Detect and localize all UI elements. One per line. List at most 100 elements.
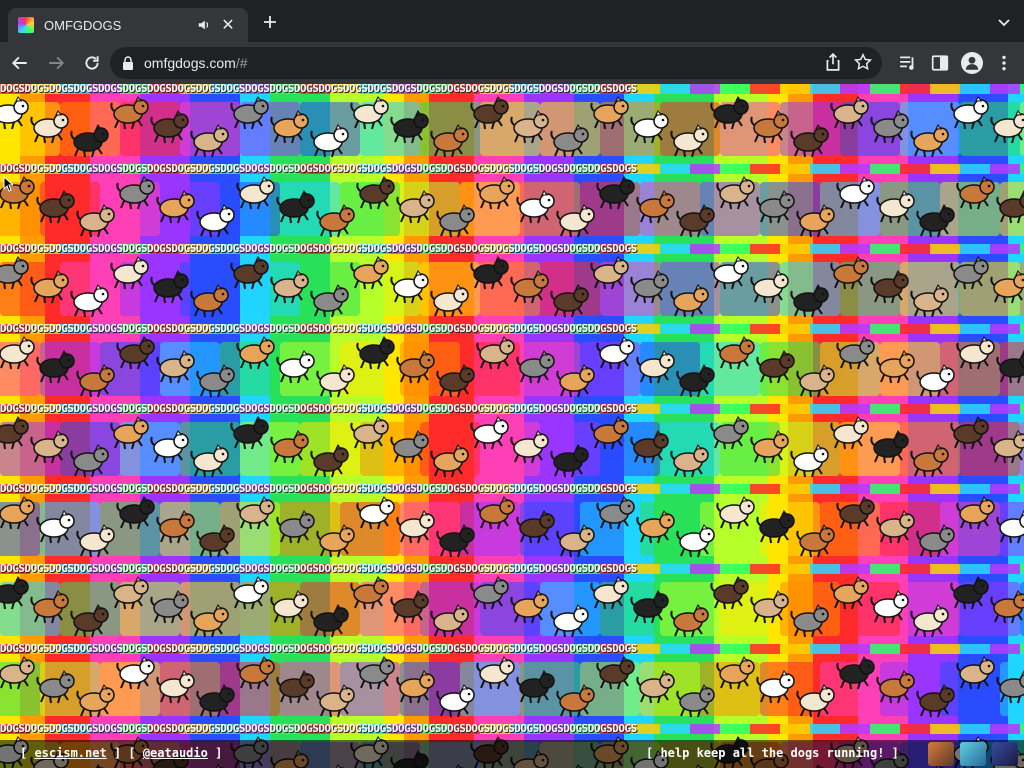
running-dog-icon bbox=[0, 576, 29, 610]
running-dog-icon bbox=[190, 284, 229, 318]
running-dog-icon bbox=[910, 604, 949, 638]
donate-link[interactable]: [ help keep all the dogs running! ] bbox=[646, 746, 899, 760]
running-dog-icon bbox=[910, 444, 949, 478]
running-dog-icon bbox=[236, 176, 275, 210]
running-dog-icon bbox=[830, 96, 869, 130]
running-dog-icon bbox=[230, 576, 269, 610]
running-dog-icon bbox=[876, 190, 915, 224]
side-panel-icon[interactable] bbox=[928, 51, 952, 75]
donate-thumbnail[interactable] bbox=[992, 742, 1018, 766]
running-dog-icon bbox=[790, 284, 829, 318]
running-dog-icon bbox=[596, 656, 635, 690]
running-dog-icon bbox=[876, 670, 915, 704]
running-dog-icon bbox=[796, 684, 835, 718]
dog-band: DOGSDOGSDOGSDOGSDOGSDOGSDOGSDOGSDOGSDOGS… bbox=[0, 323, 1024, 404]
running-dog-icon bbox=[990, 590, 1024, 624]
running-dog-icon bbox=[750, 110, 789, 144]
running-dog-icon bbox=[236, 336, 275, 370]
running-dog-icon bbox=[470, 416, 509, 450]
running-dog-icon bbox=[590, 416, 629, 450]
running-dog-icon bbox=[430, 444, 469, 478]
running-dog-icon bbox=[876, 510, 915, 544]
share-icon[interactable] bbox=[824, 53, 842, 71]
running-dog-icon bbox=[316, 684, 355, 718]
running-dog-icon bbox=[30, 430, 69, 464]
profile-button[interactable] bbox=[960, 51, 984, 75]
back-button[interactable] bbox=[4, 47, 36, 79]
dog-band: DOGSDOGSDOGSDOGSDOGSDOGSDOGSDOGSDOGSDOGS… bbox=[0, 482, 1024, 564]
speaker-icon[interactable] bbox=[194, 15, 214, 35]
running-dog-icon bbox=[836, 176, 875, 210]
running-dog-icon bbox=[516, 670, 555, 704]
running-dog-icon bbox=[430, 604, 469, 638]
new-tab-button[interactable] bbox=[258, 12, 282, 36]
running-dog-icon bbox=[910, 124, 949, 158]
running-dog-icon bbox=[0, 96, 29, 130]
running-dog-icon bbox=[996, 670, 1024, 704]
menu-icon[interactable] bbox=[992, 51, 1016, 75]
running-dog-icon bbox=[30, 270, 69, 304]
running-dog-icon bbox=[996, 350, 1024, 384]
running-dog-icon bbox=[790, 444, 829, 478]
running-dog-icon bbox=[436, 684, 475, 718]
running-dog-icon bbox=[116, 336, 155, 370]
running-dog-icon bbox=[470, 576, 509, 610]
browser-tab[interactable]: OMFGDOGS ✕ bbox=[8, 8, 248, 42]
running-dog-icon bbox=[670, 284, 709, 318]
running-dog-icon bbox=[556, 204, 595, 238]
running-dog-icon bbox=[630, 430, 669, 464]
running-dog-icon bbox=[950, 96, 989, 130]
running-dog-icon bbox=[596, 496, 635, 530]
running-dog-icon bbox=[870, 590, 909, 624]
running-dog-icon bbox=[950, 576, 989, 610]
tab-search-icon[interactable] bbox=[996, 14, 1012, 30]
running-dog-icon bbox=[230, 416, 269, 450]
running-dog-icon bbox=[716, 336, 755, 370]
eataudio-link[interactable]: @eataudio bbox=[143, 746, 208, 760]
close-icon[interactable]: ✕ bbox=[218, 15, 238, 35]
running-dog-icon bbox=[190, 124, 229, 158]
running-dog-icon bbox=[476, 656, 515, 690]
running-dog-icon bbox=[310, 444, 349, 478]
media-icon[interactable] bbox=[896, 51, 920, 75]
running-dog-icon bbox=[516, 510, 555, 544]
running-dog-icon bbox=[70, 604, 109, 638]
address-bar[interactable]: omfgdogs.com/# bbox=[110, 47, 882, 79]
dog-band: DOGSDOGSDOGSDOGSDOGSDOGSDOGSDOGSDOGSDOGS… bbox=[0, 562, 1024, 644]
running-dog-icon bbox=[556, 684, 595, 718]
running-dog-icon bbox=[150, 430, 189, 464]
running-dog-icon bbox=[316, 204, 355, 238]
running-dog-icon bbox=[110, 256, 149, 290]
dog-band: DOGSDOGSDOGSDOGSDOGSDOGSDOGSDOGSDOGSDOGS… bbox=[0, 84, 1024, 164]
running-dog-icon bbox=[436, 524, 475, 558]
reload-button[interactable] bbox=[76, 47, 108, 79]
running-dog-icon bbox=[116, 656, 155, 690]
running-dog-icon bbox=[36, 510, 75, 544]
star-icon[interactable] bbox=[854, 53, 872, 71]
footer-links: [ escism.net ] [ @eataudio ] bbox=[20, 746, 223, 760]
running-dog-icon bbox=[796, 524, 835, 558]
lock-icon[interactable] bbox=[122, 56, 134, 70]
running-dog-icon bbox=[636, 190, 675, 224]
donate-thumbnail[interactable] bbox=[928, 742, 954, 766]
running-dog-icon bbox=[790, 124, 829, 158]
running-dog-icon bbox=[156, 510, 195, 544]
dog-band: DOGSDOGSDOGSDOGSDOGSDOGSDOGSDOGSDOGSDOGS… bbox=[0, 402, 1024, 484]
escism-link[interactable]: escism.net bbox=[34, 746, 106, 760]
dogs-animation-area[interactable]: DOGSDOGSDOGSDOGSDOGSDOGSDOGSDOGSDOGSDOGS… bbox=[0, 84, 1024, 768]
running-dog-icon bbox=[996, 190, 1024, 224]
dogs-banner-text: DOGSDOGSDOGSDOGSDOGSDOGSDOGSDOGSDOGSDOGS… bbox=[0, 402, 637, 415]
running-dog-icon bbox=[110, 96, 149, 130]
dogs-banner-text: DOGSDOGSDOGSDOGSDOGSDOGSDOGSDOGSDOGSDOGS… bbox=[0, 482, 637, 495]
running-dog-icon bbox=[830, 256, 869, 290]
running-dog-icon bbox=[190, 444, 229, 478]
running-dog-icon bbox=[830, 416, 869, 450]
running-dog-icon bbox=[156, 670, 195, 704]
forward-button[interactable] bbox=[40, 47, 72, 79]
donate-thumbnail[interactable] bbox=[960, 742, 986, 766]
reload-icon bbox=[85, 56, 99, 70]
running-dog-icon bbox=[356, 656, 395, 690]
running-dog-icon bbox=[630, 590, 669, 624]
running-dog-icon bbox=[836, 656, 875, 690]
dogs-banner-text: DOGSDOGSDOGSDOGSDOGSDOGSDOGSDOGSDOGSDOGS… bbox=[0, 562, 637, 575]
